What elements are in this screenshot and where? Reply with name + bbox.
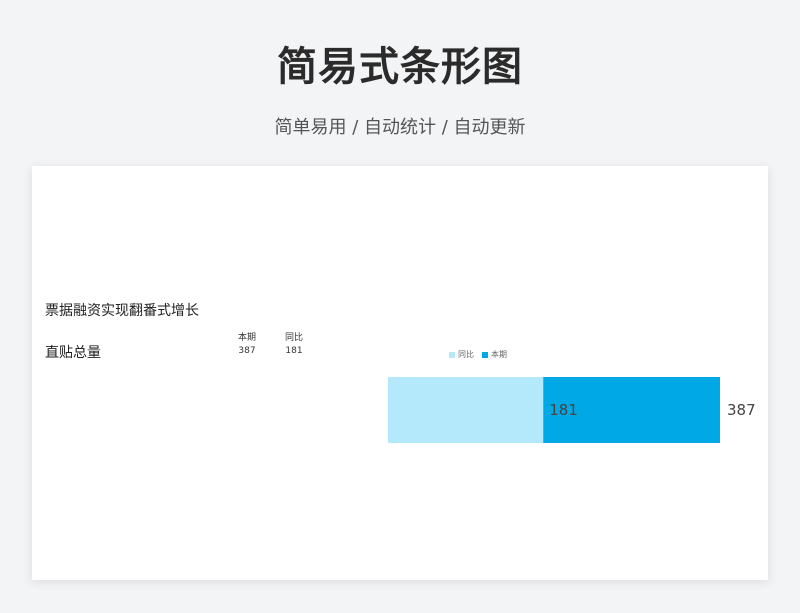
bar-chart: 181 387: [388, 377, 756, 443]
data-label-current: 387: [727, 401, 756, 419]
data-label-previous: 181: [549, 401, 578, 419]
page-subtitle: 简单易用 / 自动统计 / 自动更新: [274, 117, 526, 138]
page-title: 简易式条形图: [277, 44, 523, 90]
bar-previous: [388, 377, 544, 443]
chart-card: 票据融资实现翻番式增长 直贴总量 本期 同比 387 181 同比 本期 181…: [32, 166, 768, 580]
